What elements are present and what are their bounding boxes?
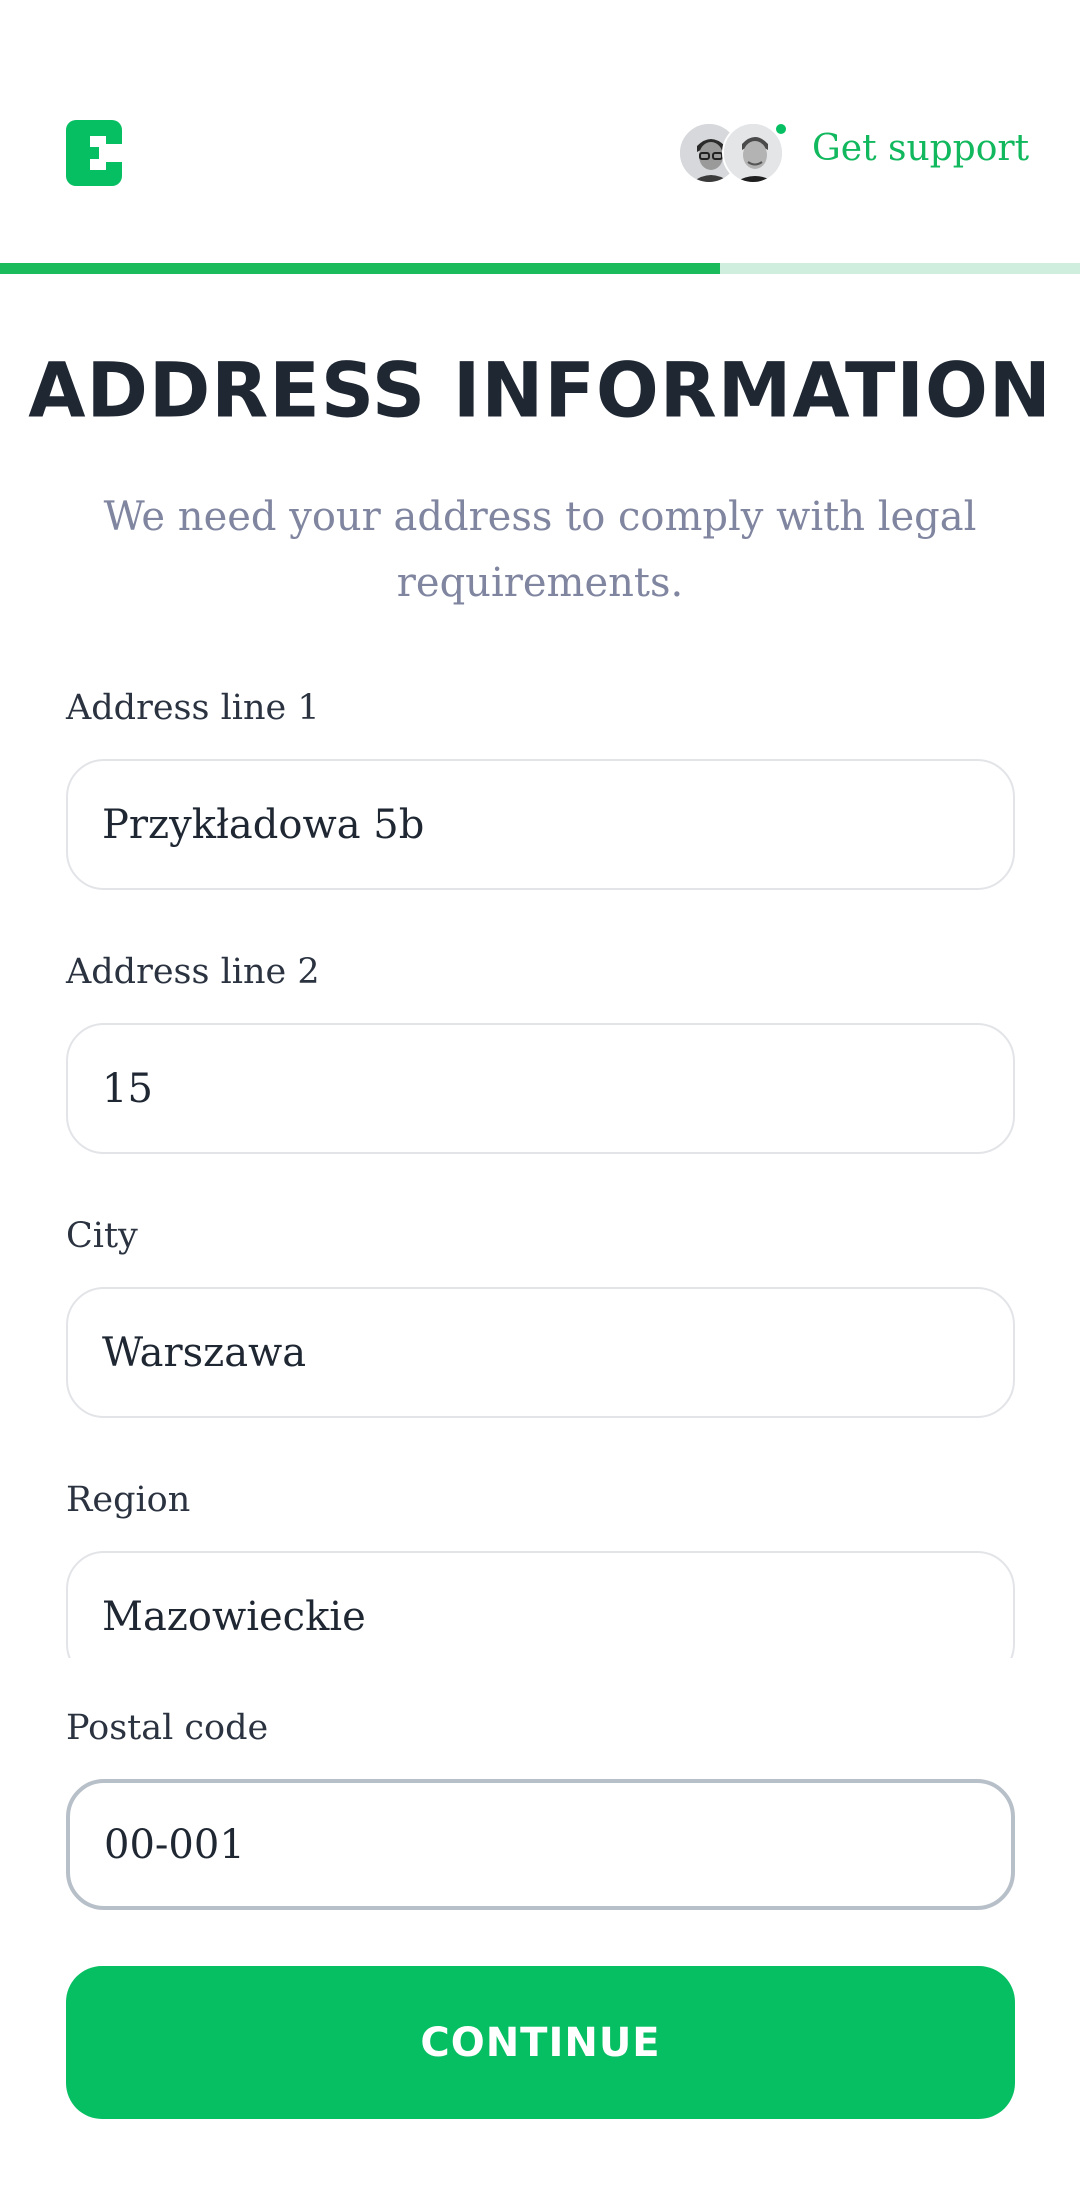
online-status-icon (774, 122, 788, 136)
address-line-2-input[interactable] (68, 1025, 1013, 1152)
page-subtitle: We need your address to comply with lega… (103, 494, 977, 606)
city-field[interactable] (66, 1287, 1015, 1418)
progress-bar-fill (0, 263, 721, 274)
brand-c-logo-icon[interactable] (66, 120, 122, 186)
address-line-1-label: Address line 1 (66, 688, 320, 728)
postal-code-field[interactable] (66, 1779, 1015, 1910)
address-line-2-label: Address line 2 (66, 952, 320, 992)
postal-code-label: Postal code (66, 1708, 269, 1748)
address-line-1-field[interactable] (66, 759, 1015, 890)
page-title: ADDRESS INFORMATION (28, 347, 1052, 435)
city-input[interactable] (68, 1289, 1013, 1416)
support-avatars[interactable] (678, 122, 790, 186)
address-line-2-field[interactable] (66, 1023, 1015, 1154)
continue-button[interactable]: CONTINUE (66, 1966, 1015, 2119)
get-support-link[interactable]: Get support (812, 128, 1029, 169)
scroll-cutoff (0, 1658, 1080, 1698)
region-label: Region (66, 1480, 191, 1520)
city-label: City (66, 1216, 138, 1256)
progress-bar (0, 263, 1080, 274)
header: Get support (0, 0, 1080, 263)
address-line-1-input[interactable] (68, 761, 1013, 888)
postal-code-input[interactable] (70, 1783, 1011, 1906)
